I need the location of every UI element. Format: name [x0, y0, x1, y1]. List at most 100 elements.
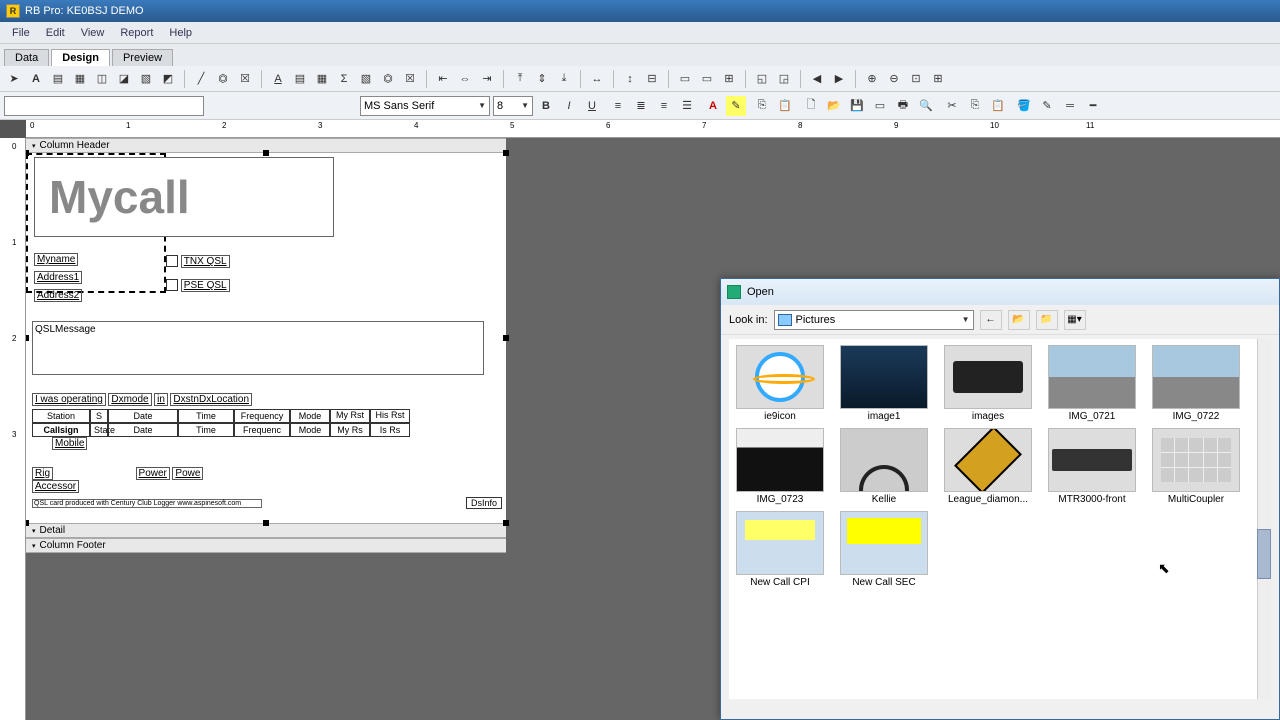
file-thumb[interactable]: images [943, 345, 1033, 422]
checkbox-tool[interactable]: ☒ [235, 69, 255, 89]
dbtext-tool[interactable]: A [268, 69, 288, 89]
subreport-tool[interactable]: ▭ [697, 69, 717, 89]
field-in[interactable]: in [154, 393, 168, 406]
label-pse[interactable]: PSE QSL [181, 279, 230, 292]
sysvar-tool[interactable]: ◫ [92, 69, 112, 89]
file-thumb[interactable]: Kellie [839, 428, 929, 505]
label-tool[interactable]: A [26, 69, 46, 89]
file-thumb[interactable]: image1 [839, 345, 929, 422]
field-power[interactable]: Powe [172, 467, 203, 480]
line-color-button[interactable]: ✎ [1037, 96, 1057, 116]
shrink-tool[interactable]: ⊖ [884, 69, 904, 89]
memo-tool[interactable]: ▤ [48, 69, 68, 89]
print-button[interactable]: 🖶 [893, 96, 913, 116]
up-folder-button[interactable]: 📂 [1008, 310, 1030, 330]
field-dxmode[interactable]: Dxmode [108, 393, 151, 406]
variable-tool[interactable]: ◪ [114, 69, 134, 89]
new-button[interactable]: 🗋 [801, 96, 821, 116]
save-button[interactable]: 💾 [847, 96, 867, 116]
italic-button[interactable]: I [559, 96, 579, 116]
log-table-row[interactable]: Callsign State Date Time Frequenc Mode M… [32, 423, 410, 437]
align-left-tool[interactable]: ⇤ [433, 69, 453, 89]
tab-data[interactable]: Data [4, 49, 49, 66]
paste-button[interactable]: 📋 [775, 96, 795, 116]
view-menu-button[interactable]: ▦▾ [1064, 310, 1086, 330]
dbbarcode-tool[interactable]: ⏣ [378, 69, 398, 89]
menu-edit[interactable]: Edit [38, 25, 73, 41]
footer-credit[interactable]: QSL card produced with Century Club Logg… [32, 499, 262, 508]
open-button[interactable]: 📂 [824, 96, 844, 116]
checkbox-tnx[interactable] [166, 255, 178, 267]
grow-tool[interactable]: ⊕ [862, 69, 882, 89]
file-thumb[interactable]: New Call SEC [839, 511, 929, 588]
line-weight-button[interactable]: ━ [1083, 96, 1103, 116]
barcode-tool[interactable]: ⏣ [213, 69, 233, 89]
menu-report[interactable]: Report [112, 25, 161, 41]
font-select[interactable]: MS Sans Serif▼ [360, 96, 490, 116]
line-tool[interactable]: ╱ [191, 69, 211, 89]
text-center-button[interactable]: ≣ [631, 96, 651, 116]
copy-button[interactable]: ⎘ [752, 96, 772, 116]
field-operating[interactable]: I was operating [32, 393, 106, 406]
file-thumb[interactable]: IMG_0722 [1151, 345, 1241, 422]
field-address2[interactable]: Address2 [34, 289, 82, 302]
size-tool[interactable]: ⊡ [906, 69, 926, 89]
band-column-footer[interactable]: Column Footer [26, 538, 506, 553]
font-size-select[interactable]: 8▼ [493, 96, 533, 116]
cut-button[interactable]: ✂ [942, 96, 962, 116]
pointer-tool[interactable]: ➤ [4, 69, 24, 89]
bring-front-tool[interactable]: ◱ [752, 69, 772, 89]
dbcheckbox-tool[interactable]: ☒ [400, 69, 420, 89]
field-dsinfo[interactable]: DsInfo [466, 497, 502, 509]
label-tnx[interactable]: TNX QSL [181, 255, 230, 268]
snap-tool[interactable]: ⊞ [928, 69, 948, 89]
nudge-right-tool[interactable]: ▶ [829, 69, 849, 89]
line-style-button[interactable]: ═ [1060, 96, 1080, 116]
checkbox-pse[interactable] [166, 279, 178, 291]
file-thumb[interactable]: MTR3000-front [1047, 428, 1137, 505]
fill-color-button[interactable]: 🪣 [1014, 96, 1034, 116]
field-qslmessage[interactable]: QSLMessage [32, 321, 484, 375]
label-mycall[interactable]: Mycall [34, 157, 334, 237]
dbrichtext-tool[interactable]: ▦ [312, 69, 332, 89]
field-myname[interactable]: Myname [34, 253, 78, 266]
page-setup-button[interactable]: ▭ [870, 96, 890, 116]
print-preview-button[interactable]: 🔍 [916, 96, 936, 116]
file-thumb[interactable]: ie9icon [735, 345, 825, 422]
file-list[interactable]: ie9iconimage1imagesIMG_0721IMG_0722IMG_0… [729, 339, 1271, 699]
center-h-tool[interactable]: ⊟ [642, 69, 662, 89]
field-rig[interactable]: Rig [32, 467, 53, 480]
object-name-input[interactable] [4, 96, 204, 116]
menu-view[interactable]: View [73, 25, 113, 41]
highlight-button[interactable]: ✎ [726, 96, 746, 116]
log-table-header[interactable]: Station S Date Time Frequency Mode My Rs… [32, 409, 410, 423]
lookin-folder-select[interactable]: Pictures ▼ [774, 310, 974, 330]
font-color-button[interactable]: A [703, 96, 723, 116]
space-v-tool[interactable]: ↕ [620, 69, 640, 89]
align-bottom-tool[interactable]: ⤓ [554, 69, 574, 89]
text-right-button[interactable]: ≡ [654, 96, 674, 116]
field-mobile[interactable]: Mobile [52, 437, 87, 450]
shape-tool[interactable]: ◩ [158, 69, 178, 89]
richtext-tool[interactable]: ▦ [70, 69, 90, 89]
back-button[interactable]: ← [980, 310, 1002, 330]
field-address1[interactable]: Address1 [34, 271, 82, 284]
dbimage-tool[interactable]: ▧ [356, 69, 376, 89]
file-thumb[interactable]: New Call CPI [735, 511, 825, 588]
align-middle-tool[interactable]: ⇕ [532, 69, 552, 89]
field-accessor[interactable]: Accessor [32, 480, 79, 493]
tab-preview[interactable]: Preview [112, 49, 173, 66]
dbmemo-tool[interactable]: ▤ [290, 69, 310, 89]
bold-button[interactable]: B [536, 96, 556, 116]
image-tool[interactable]: ▧ [136, 69, 156, 89]
file-thumb[interactable]: League_diamon... [943, 428, 1033, 505]
space-h-tool[interactable]: ↔ [587, 69, 607, 89]
align-center-tool[interactable]: ⇔ [455, 69, 475, 89]
new-folder-button[interactable]: 📁 [1036, 310, 1058, 330]
file-thumb[interactable]: MultiCoupler [1151, 428, 1241, 505]
underline-button[interactable]: U [582, 96, 602, 116]
tab-design[interactable]: Design [51, 49, 110, 66]
text-justify-button[interactable]: ☰ [677, 96, 697, 116]
crosstab-tool[interactable]: ⊞ [719, 69, 739, 89]
align-right-tool[interactable]: ⇥ [477, 69, 497, 89]
